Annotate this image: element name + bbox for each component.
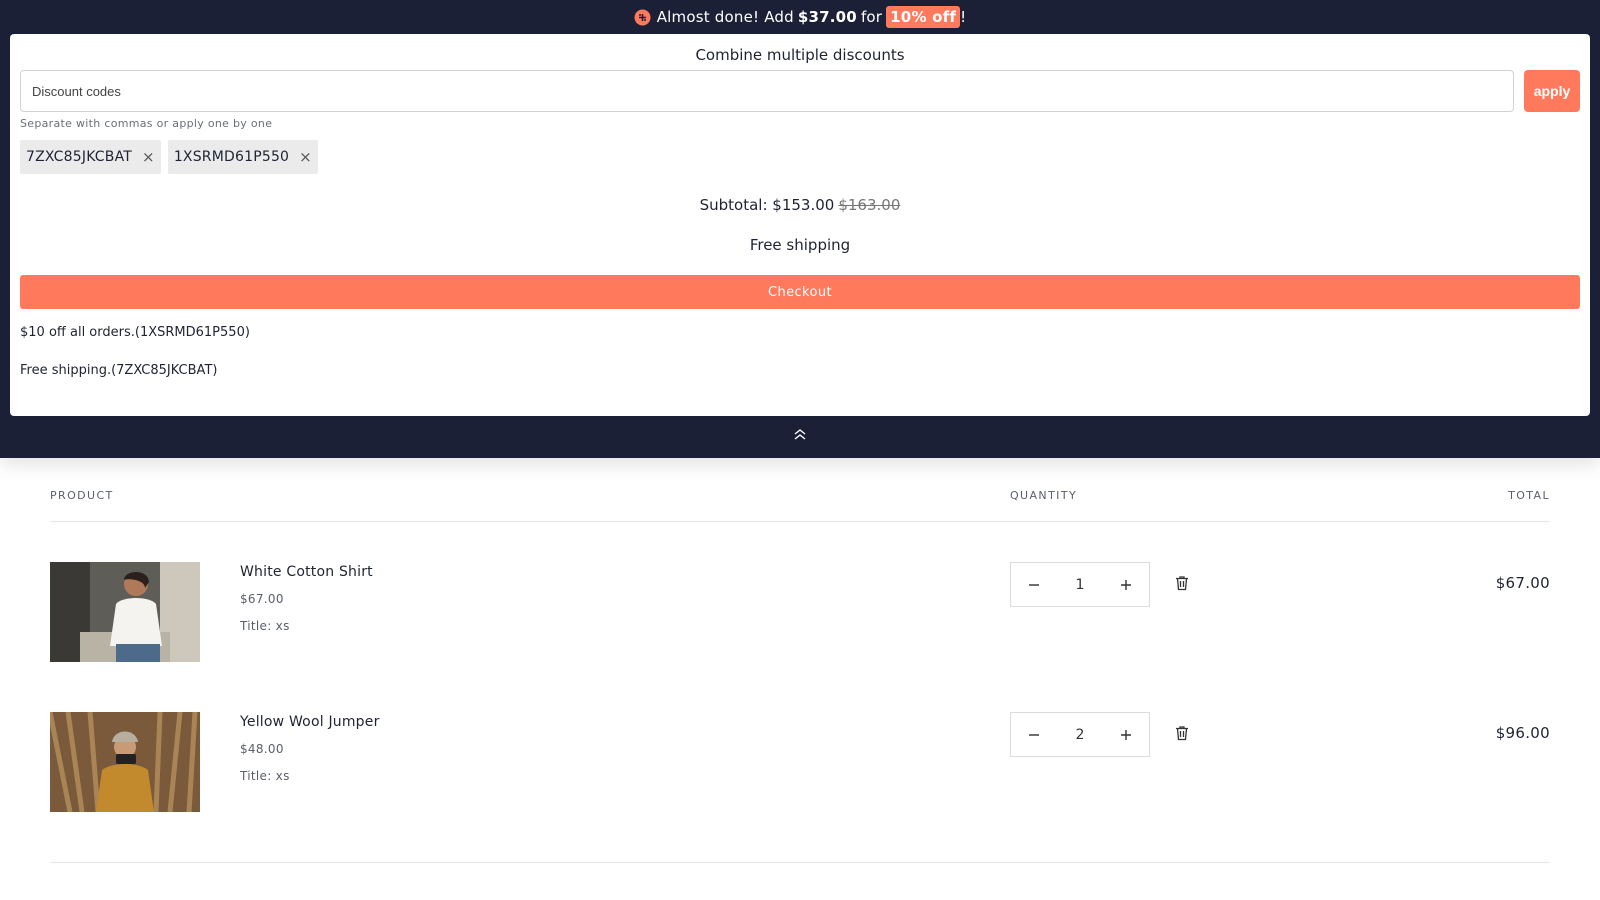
discount-drawer: Almost done! Add $37.00 for 10% off ! Co… <box>0 0 1600 458</box>
remove-code-icon[interactable]: × <box>299 148 312 166</box>
product-name[interactable]: White Cotton Shirt <box>240 564 373 580</box>
minus-icon[interactable] <box>1023 724 1045 746</box>
product-image[interactable] <box>50 712 200 812</box>
subtotal: Subtotal: $153.00 $163.00 <box>10 196 1590 214</box>
gift-icon <box>634 9 651 26</box>
banner-suffix: ! <box>960 8 967 26</box>
checkout-button[interactable]: Checkout <box>20 275 1580 309</box>
product-variant: Title: xs <box>240 619 290 633</box>
header-product: PRODUCT <box>50 489 114 502</box>
applied-discount-line: $10 off all orders.(1XSRMD61P550) <box>20 325 250 340</box>
shipping-status: Free shipping <box>749 236 851 254</box>
plus-icon[interactable] <box>1115 574 1137 596</box>
applied-code-tags: 7ZXC85JKCBAT × 1XSRMD61P550 × <box>20 140 318 174</box>
divider <box>50 862 1550 863</box>
banner-prefix: Almost done! Add <box>656 8 794 26</box>
code-tag: 1XSRMD61P550 × <box>167 140 318 174</box>
discount-hint: Separate with commas or apply one by one <box>20 117 273 130</box>
product-name[interactable]: Yellow Wool Jumper <box>240 714 380 730</box>
chevron-double-up-icon[interactable] <box>790 424 810 444</box>
minus-icon[interactable] <box>1023 574 1045 596</box>
combine-discounts-title: Combine multiple discounts <box>695 46 905 64</box>
subtotal-value: Subtotal: $153.00 <box>699 196 835 214</box>
discount-card: Combine multiple discounts apply Separat… <box>10 34 1590 416</box>
trash-icon[interactable] <box>1175 575 1193 593</box>
plus-icon[interactable] <box>1115 724 1137 746</box>
discount-code-input[interactable] <box>20 70 1514 112</box>
quantity-stepper: 1 <box>1010 562 1150 607</box>
apply-button[interactable]: apply <box>1524 70 1580 112</box>
code-tag: 7ZXC85JKCBAT × <box>20 140 161 174</box>
banner-for: for <box>860 8 883 26</box>
quantity-stepper: 2 <box>1010 712 1150 757</box>
header-total: TOTAL <box>1508 489 1550 502</box>
product-variant: Title: xs <box>240 769 290 783</box>
trash-icon[interactable] <box>1175 725 1193 743</box>
subtotal-original: $163.00 <box>838 196 901 214</box>
line-total: $67.00 <box>1495 574 1550 592</box>
quantity-value[interactable]: 2 <box>1060 727 1100 743</box>
header-quantity: QUANTITY <box>1010 489 1078 502</box>
line-total: $96.00 <box>1495 724 1550 742</box>
product-image[interactable] <box>50 562 200 662</box>
cart-table: PRODUCT QUANTITY TOTAL White Cotton Shir… <box>50 458 1550 863</box>
code-tag-label: 1XSRMD61P550 <box>173 149 290 165</box>
banner-amount: $37.00 <box>797 8 857 26</box>
product-price: $67.00 <box>240 592 284 606</box>
discount-badge: 10% off <box>886 6 961 28</box>
cart-headers: PRODUCT QUANTITY TOTAL <box>50 458 1550 522</box>
cart-row: Yellow Wool Jumper $48.00 Title: xs 2 $9… <box>50 672 1550 822</box>
quantity-value[interactable]: 1 <box>1060 577 1100 593</box>
code-tag-label: 7ZXC85JKCBAT <box>26 149 133 165</box>
product-price: $48.00 <box>240 742 284 756</box>
cart-row: White Cotton Shirt $67.00 Title: xs 1 $6… <box>50 522 1550 672</box>
applied-discount-line: Free shipping.(7ZXC85JKCBAT) <box>20 363 218 378</box>
free-offer-banner: Almost done! Add $37.00 for 10% off ! <box>0 0 1600 34</box>
remove-code-icon[interactable]: × <box>142 148 155 166</box>
